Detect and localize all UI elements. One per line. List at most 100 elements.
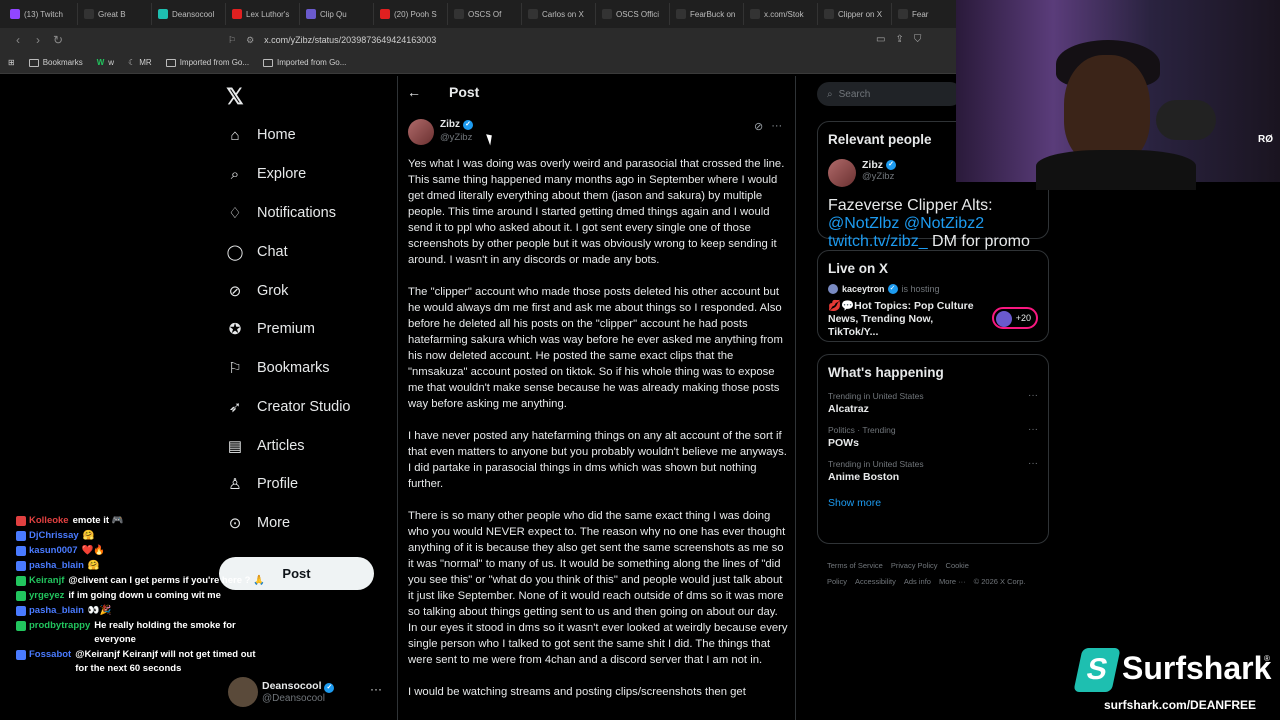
x-logo-icon[interactable]: 𝕏 <box>226 84 244 110</box>
chat-message: kasun0007 ❤️🔥 <box>16 544 266 558</box>
chat-message: yrgeyez if im going down u coming wit me <box>16 589 266 603</box>
tab-favicon-icon <box>528 9 538 19</box>
url-text[interactable]: x.com/yZibz/status/2039873649424163003 <box>264 35 436 45</box>
article-icon: ▤ <box>227 438 243 455</box>
browser-tab[interactable]: Clipper on X <box>818 3 892 25</box>
account-name: Deansocool ✓ <box>262 680 335 693</box>
live-host[interactable]: kaceytron ✓ is hosting <box>818 282 1048 296</box>
browser-tab[interactable]: x.com/Stok <box>744 3 818 25</box>
chat-text: ❤️🔥 <box>81 545 106 556</box>
footer-link[interactable]: Ads info <box>904 577 931 586</box>
post-paragraph: Yes what I was doing was overly weird an… <box>408 158 785 266</box>
back-arrow-icon[interactable]: ← <box>407 84 421 100</box>
bookmark-item[interactable]: Ww <box>97 58 114 67</box>
back-arrow-icon[interactable]: ‹ <box>8 33 28 47</box>
chat-message: Keiranjf @clivent can I get perms if you'… <box>16 574 266 588</box>
apps-grid-icon[interactable]: ⊞ <box>8 58 15 67</box>
nav-item-chat[interactable]: ◯ Chat <box>226 243 288 261</box>
nav-item-bookmarks[interactable]: ⚐ Bookmarks <box>226 359 329 377</box>
browser-tab[interactable]: OSCS Offici <box>596 3 670 25</box>
site-info-icon[interactable]: ⚙ <box>246 35 254 46</box>
live-stream-title[interactable]: 💋💬Hot Topics: Pop Culture News, Trending… <box>818 296 993 339</box>
bookmark-folder[interactable]: Imported from Go... <box>263 58 346 67</box>
trend-item[interactable]: Trending in United States Anime Boston ··· <box>818 454 1048 488</box>
footer-link[interactable]: Accessibility <box>855 577 896 586</box>
browser-tab[interactable]: Deansocool <box>152 3 226 25</box>
more-options-icon[interactable]: ··· <box>370 682 382 696</box>
more-options-icon[interactable]: ··· <box>1028 458 1038 469</box>
share-icon[interactable]: ⇪ <box>895 34 903 45</box>
reload-icon[interactable]: ↻ <box>48 33 68 47</box>
nav-item-creator-studio[interactable]: ➶ Creator Studio <box>226 398 351 416</box>
verified-badge-icon: ✓ <box>887 284 898 294</box>
more-options-icon[interactable]: ··· <box>1028 390 1038 401</box>
nav-item-premium[interactable]: ✪ Premium <box>226 320 315 338</box>
browser-tab[interactable]: Lex Luthor's <box>226 3 300 25</box>
bookmark-item[interactable]: Bookmarks <box>28 58 83 67</box>
nav-item-articles[interactable]: ▤ Articles <box>226 437 305 455</box>
browser-tab[interactable]: FearBuck on <box>670 3 744 25</box>
author-handle[interactable]: @yZibz <box>440 132 473 143</box>
person-name[interactable]: Zibz <box>862 159 883 171</box>
search-input[interactable]: ⌕ Search <box>817 82 962 106</box>
more-options-icon[interactable]: ··· <box>1028 424 1038 435</box>
brave-shield-icon[interactable]: ⛉ <box>914 34 922 45</box>
nav-item-label: Articles <box>257 438 305 454</box>
browser-tab[interactable]: Clip Qu <box>300 3 374 25</box>
install-icon[interactable]: ▭ <box>876 34 885 45</box>
bio-link[interactable]: @NotZlbz <box>828 215 899 232</box>
tab-favicon-icon <box>84 9 94 19</box>
bookmark-item[interactable]: ☾ MR <box>128 58 152 67</box>
bell-icon: ♢ <box>228 205 242 222</box>
nav-item-profile[interactable]: ♙ Profile <box>226 475 298 493</box>
tab-favicon-icon <box>306 9 316 19</box>
more-options-icon[interactable]: ··· <box>771 120 782 133</box>
show-more-link[interactable]: Show more <box>818 488 1048 519</box>
browser-tab[interactable]: OSCS Of <box>448 3 522 25</box>
avatar[interactable] <box>408 119 434 145</box>
nav-item-explore[interactable]: ⌕ Explore <box>226 165 306 183</box>
post-paragraph: I would be watching streams and posting … <box>408 686 746 698</box>
chat-username: Keiranjf <box>29 575 65 586</box>
account-switcher[interactable]: Deansocool ✓ @Deansocool ··· <box>228 674 388 710</box>
nav-item-grok[interactable]: ⊘ Grok <box>226 282 289 300</box>
browser-tab[interactable]: (20) Pooh S <box>374 3 448 25</box>
tab-favicon-icon <box>454 9 464 19</box>
bookmark-folder[interactable]: Imported from Go... <box>165 58 249 67</box>
trend-item[interactable]: Politics · Trending POWs ··· <box>818 420 1048 454</box>
grok-icon[interactable]: ⊘ <box>754 120 763 133</box>
search-icon: ⌕ <box>827 88 833 100</box>
bookmark-star-icon[interactable]: ⚐ <box>228 35 236 46</box>
forward-arrow-icon[interactable]: › <box>28 33 48 47</box>
footer-link[interactable]: Privacy Policy <box>891 561 938 570</box>
tab-favicon-icon <box>10 9 20 19</box>
tab-label: OSCS Offici <box>616 9 659 19</box>
browser-tab[interactable]: (13) Twitch <box>4 3 78 25</box>
nav-item-notifications[interactable]: ♢ Notifications <box>226 204 336 222</box>
live-on-x-card: Live on X kaceytron ✓ is hosting 💋💬Hot T… <box>817 250 1049 342</box>
nav-item-home[interactable]: ⌂ Home <box>226 126 295 144</box>
trend-topic: Anime Boston <box>828 471 900 483</box>
nav-item-label: Notifications <box>257 205 336 221</box>
post-author[interactable]: Zibz ✓ @yZibz <box>408 119 473 145</box>
tab-favicon-icon <box>676 9 686 19</box>
footer-link[interactable]: © 2026 X Corp. <box>974 577 1026 586</box>
avatar[interactable] <box>828 159 856 187</box>
author-name[interactable]: Zibz ✓ <box>440 119 473 130</box>
trend-item[interactable]: Trending in United States Alcatraz ··· <box>818 386 1048 420</box>
browser-tab[interactable]: Fear <box>892 3 966 25</box>
browser-tab[interactable]: Great B <box>78 3 152 25</box>
tab-label: (20) Pooh S <box>394 9 437 19</box>
surfshark-logo-icon: S <box>1073 648 1121 692</box>
url-field[interactable]: ⚐ ⚙ x.com/yZibz/status/20398736494241630… <box>228 35 436 46</box>
tab-favicon-icon <box>158 9 168 19</box>
footer-link[interactable]: Terms of Service <box>827 561 883 570</box>
listener-count[interactable]: +20 <box>992 307 1038 329</box>
tab-label: Clip Qu <box>320 9 347 19</box>
chat-username: prodbytrappy <box>29 620 91 631</box>
footer-links: Terms of Service Privacy Policy Cookie Pol… <box>827 558 1047 590</box>
footer-link[interactable]: More ··· <box>939 577 966 586</box>
browser-tab[interactable]: Carlos on X <box>522 3 596 25</box>
column-divider <box>397 76 398 720</box>
tab-label: FearBuck on <box>690 9 736 19</box>
